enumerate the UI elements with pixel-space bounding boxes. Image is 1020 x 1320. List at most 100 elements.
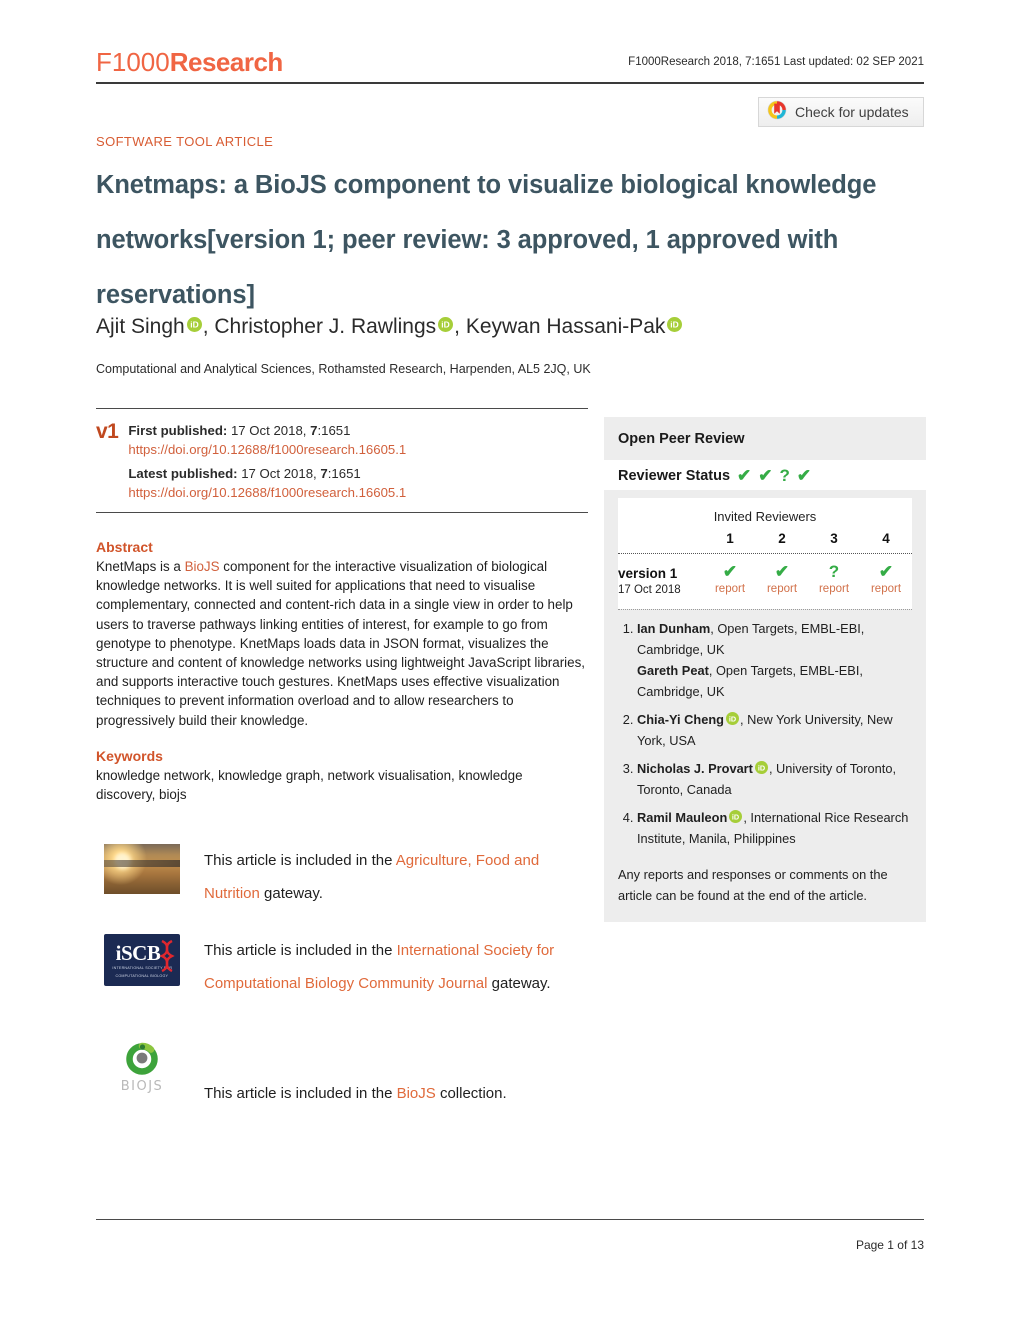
svg-text:iD: iD [732, 812, 739, 821]
gateway-text: This article is included in the Agricult… [204, 844, 572, 910]
first-published-line: First published: 17 Oct 2018, 7:1651 [128, 421, 406, 440]
list-item: Ramil MauleoniD, International Rice Rese… [637, 807, 912, 849]
reviewer-name[interactable]: Nicholas J. Provart [637, 761, 753, 776]
article-type-label: SOFTWARE TOOL ARTICLE [96, 134, 274, 149]
biojs-wordmark: BIOJS [120, 1079, 164, 1095]
first-published-label: First published: [128, 423, 228, 438]
report-link-4[interactable]: report [860, 583, 912, 595]
open-peer-review-title: Open Peer Review [618, 431, 745, 447]
orcid-icon[interactable]: iD [754, 759, 768, 774]
reviewer-name[interactable]: Ramil Mauleon [637, 810, 727, 825]
svg-text:iD: iD [441, 320, 449, 330]
article-first-page: F1000Research F1000Research 2018, 7:1651… [0, 0, 1020, 1320]
open-peer-review-panel: Open Peer Review Reviewer Status ✔ ✔ ? ✔… [604, 417, 926, 922]
gateway-prefix: This article is included in the [204, 942, 397, 960]
keywords-heading: Keywords [96, 747, 163, 764]
orcid-icon[interactable]: iD [667, 312, 683, 332]
reviewer-list: Ian Dunham, Open Targets, EMBL-EBI, Camb… [604, 610, 926, 862]
author-name-2[interactable]: Christopher J. Rawlings [214, 315, 436, 338]
reviewer-ordered-list: Ian Dunham, Open Targets, EMBL-EBI, Camb… [620, 618, 912, 849]
grid-corner-spacer [618, 531, 704, 553]
gateway-item: This article is included in the Agricult… [96, 844, 588, 910]
iscb-logo-icon: iSCB INTERNATIONAL SOCIETY FOR COMPUTATI… [104, 934, 180, 987]
gateway-item: iSCB INTERNATIONAL SOCIETY FOR COMPUTATI… [96, 934, 588, 1000]
gateway-link[interactable]: BioJS [397, 1085, 436, 1102]
approved-with-reservations-question-icon: ? [828, 562, 840, 581]
gateway-suffix: gateway. [259, 885, 323, 903]
report-link-1[interactable]: report [704, 583, 756, 595]
reviewer-grid: 1 2 3 4 version 1 17 Oct 2018 ✔ report ✔ [618, 531, 912, 607]
list-item: Chia-Yi ChengiD, New York University, Ne… [637, 709, 912, 751]
version-cell: version 1 17 Oct 2018 [618, 554, 704, 607]
orcid-icon[interactable]: iD [725, 710, 739, 725]
orcid-icon[interactable]: iD [186, 312, 202, 332]
version-badge: v1 [96, 420, 119, 443]
review-cell-1: ✔ report [704, 554, 756, 607]
reviewer-table: Invited Reviewers 1 2 3 4 version 1 17 O… [618, 498, 912, 609]
publication-dates: First published: 17 Oct 2018, 7:1651 htt… [128, 421, 406, 502]
header-citation: F1000Research 2018, 7:1651 Last updated:… [628, 56, 924, 68]
sunset-field-thumbnail-icon [104, 844, 180, 895]
reviewer-name[interactable]: Gareth Peat [637, 663, 709, 678]
report-link-2[interactable]: report [756, 583, 808, 595]
f1000research-logo[interactable]: F1000Research [96, 48, 283, 76]
svg-text:iD: iD [758, 763, 765, 772]
footer-divider [96, 1219, 924, 1220]
latest-doi-link[interactable]: https://doi.org/10.12688/f1000research.1… [128, 483, 406, 502]
review-cell-2: ✔ report [756, 554, 808, 607]
reviewer-name[interactable]: Chia-Yi Cheng [637, 712, 724, 727]
gateway-item: BIOJS This article is included in the Bi… [96, 1042, 588, 1104]
latest-published-issue: :1651 [327, 466, 361, 481]
author-name-1[interactable]: Ajit Singh [96, 315, 185, 338]
svg-text:iD: iD [190, 320, 198, 330]
reviewer-table-wrap: Invited Reviewers 1 2 3 4 version 1 17 O… [604, 490, 926, 610]
approved-check-icon: ✔ [796, 466, 812, 485]
logo-f1000-text: F1000 [96, 47, 170, 77]
latest-published-volume: 7 [320, 466, 328, 481]
author-name-3[interactable]: Keywan Hassani-Pak [466, 315, 666, 338]
gateway-thumb-cell: iSCB INTERNATIONAL SOCIETY FOR COMPUTATI… [96, 934, 204, 987]
gateway-text: This article is included in the BioJS co… [204, 1084, 572, 1104]
footer-page-number: Page 1 of 13 [855, 1238, 924, 1252]
svg-text:iD: iD [671, 320, 679, 330]
abstract-text: KnetMaps is a BioJS component for the in… [96, 557, 588, 730]
approved-check-icon: ✔ [758, 466, 773, 485]
gateway-prefix: This article is included in the [204, 852, 396, 870]
abstract-heading: Abstract [96, 539, 153, 555]
reviewer-status-label: Reviewer Status [618, 467, 731, 484]
gateway-suffix: gateway. [487, 975, 551, 993]
reviewer-name[interactable]: Ian Dunham [637, 621, 710, 636]
biojs-link[interactable]: BioJS [185, 559, 220, 574]
crossmark-icon [767, 100, 787, 125]
check-for-updates-button[interactable]: Check for updates [758, 97, 924, 127]
invited-reviewers-header: Invited Reviewers [713, 509, 817, 524]
gateway-thumb-cell [96, 844, 204, 895]
list-item: Nicholas J. ProvartiD, University of Tor… [637, 758, 912, 800]
title-version-bracket: [version 1; peer review: 3 approved, 1 a… [96, 226, 839, 309]
author-affiliation: Computational and Analytical Sciences, R… [96, 362, 591, 376]
reviewer-column-4: 4 [882, 531, 890, 546]
logo-research-text: Research [169, 47, 284, 77]
orcid-icon[interactable]: iD [438, 312, 454, 332]
svg-text:iD: iD [729, 714, 736, 723]
report-link-3[interactable]: report [808, 583, 860, 595]
dna-helix-icon [159, 940, 175, 973]
approved-check-icon: ✔ [737, 466, 752, 485]
gateway-suffix: collection. [435, 1085, 507, 1103]
list-item: Ian Dunham, Open Targets, EMBL-EBI, Camb… [637, 618, 912, 702]
first-doi-link[interactable]: https://doi.org/10.12688/f1000research.1… [128, 440, 406, 459]
gateway-text: This article is included in the Internat… [204, 934, 572, 1000]
peer-review-note: Any reports and responses or comments on… [618, 867, 888, 903]
reviewer-status-row: Reviewer Status ✔ ✔ ? ✔ [604, 460, 926, 490]
approved-check-icon: ✔ [722, 562, 738, 581]
reviewer-column-1: 1 [726, 531, 734, 546]
reviewer-column-3: 3 [830, 531, 838, 546]
author-list: Ajit Singh iD, Christopher J. Rawlings iD,… [96, 312, 896, 341]
author-separator-1: , [202, 315, 215, 338]
approved-with-reservations-question-icon: ? [779, 466, 790, 485]
orcid-icon[interactable]: iD [729, 808, 743, 823]
biojs-mark-icon [126, 1042, 158, 1075]
iscb-subtitle-2: COMPUTATIONAL BIOLOGY [115, 974, 169, 979]
approved-check-icon: ✔ [774, 562, 790, 581]
abstract-text-part1: KnetMaps is a [96, 559, 185, 574]
